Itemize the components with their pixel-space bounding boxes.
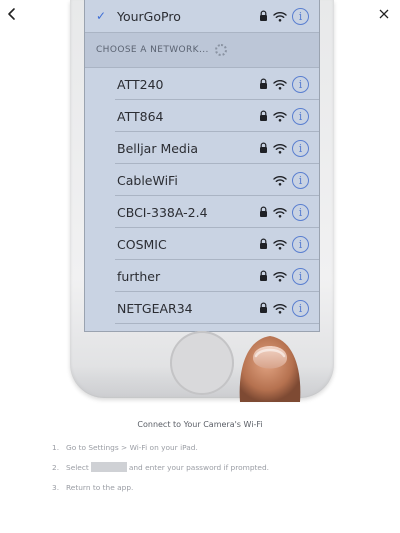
loading-spinner-icon: [214, 44, 227, 56]
wifi-icon: [273, 175, 287, 186]
checkmark-icon: ✓: [96, 9, 107, 23]
network-row[interactable]: CableWiFi i: [85, 164, 319, 196]
close-button[interactable]: [372, 2, 396, 26]
lock-icon: [260, 78, 267, 89]
wifi-icon: [273, 303, 287, 314]
lock-icon: [260, 302, 267, 313]
network-row[interactable]: ATT240 i: [85, 68, 319, 100]
network-name: ATT864: [117, 108, 164, 124]
instructions-title: Connect to Your Camera's Wi-Fi: [137, 420, 263, 429]
network-row[interactable]: ATT864 i: [85, 100, 319, 132]
network-row[interactable]: CBCI-338A-2.4 i: [85, 196, 319, 228]
connected-network-row[interactable]: ✓ YourGoPro i: [85, 0, 319, 32]
wifi-icon: [273, 239, 287, 250]
info-icon[interactable]: i: [292, 139, 309, 157]
step-2: 2. Select and enter your password if pro…: [52, 462, 270, 472]
info-icon[interactable]: i: [292, 107, 309, 125]
step-text-pre: Select: [66, 462, 89, 472]
section-header-label: CHOOSE A NETWORK...: [96, 45, 209, 55]
network-row[interactable]: Belljar Media i: [85, 132, 319, 164]
network-row[interactable]: COSMIC i: [85, 228, 319, 260]
wifi-icon: [273, 11, 287, 22]
wifi-settings-screen: ✓ YourGoPro i CHOOSE A NETWORK... ATT240…: [84, 0, 320, 332]
step-text-post: and enter your password if prompted.: [128, 462, 270, 472]
lock-icon: [260, 270, 267, 281]
lock-icon: [260, 110, 267, 121]
info-icon[interactable]: i: [292, 203, 309, 221]
phone-illustration: ✓ YourGoPro i CHOOSE A NETWORK... ATT240…: [70, 0, 334, 402]
chevron-left-icon: [8, 8, 15, 20]
lock-icon: [260, 238, 267, 249]
info-icon[interactable]: i: [292, 7, 309, 25]
info-icon[interactable]: i: [292, 75, 309, 93]
lock-icon: [260, 10, 267, 21]
wifi-icon: [273, 207, 287, 218]
network-row[interactable]: further i: [85, 260, 319, 292]
wifi-icon: [273, 79, 287, 90]
step-text: Go to Settings > Wi-Fi on your iPad.: [66, 442, 198, 452]
network-name: COSMIC: [117, 236, 167, 252]
network-name: Belljar Media: [117, 140, 198, 156]
choose-network-header: CHOOSE A NETWORK...: [85, 32, 319, 68]
wifi-icon: [273, 143, 287, 154]
lock-icon: [260, 142, 267, 153]
network-name-placeholder: [90, 462, 127, 472]
back-button[interactable]: [0, 2, 24, 26]
wifi-icon: [273, 271, 287, 282]
network-name: CBCI-338A-2.4: [117, 204, 208, 220]
close-icon: [379, 9, 389, 19]
info-icon[interactable]: i: [292, 171, 309, 189]
info-icon[interactable]: i: [292, 299, 309, 317]
info-icon[interactable]: i: [292, 267, 309, 285]
network-row[interactable]: NETGEAR34 i: [85, 292, 319, 324]
network-list: ATT240 i ATT864 i Belljar Media i CableWiFi i CB…: [85, 68, 319, 324]
network-name: ATT240: [117, 76, 164, 92]
lock-icon: [260, 206, 267, 217]
finger-illustration: [239, 336, 301, 402]
step-3: 3. Return to the app.: [52, 482, 134, 492]
network-name: NETGEAR34: [117, 300, 193, 316]
network-name: CableWiFi: [117, 172, 178, 188]
step-text: Return to the app.: [66, 482, 134, 492]
network-name: further: [117, 268, 161, 284]
step-1: 1. Go to Settings > Wi-Fi on your iPad.: [52, 442, 198, 452]
info-icon[interactable]: i: [292, 235, 309, 253]
instruction-steps: 1. Go to Settings > Wi-Fi on your iPad. …: [52, 437, 372, 497]
network-name: YourGoPro: [117, 8, 181, 24]
wifi-icon: [273, 111, 287, 122]
home-button: [170, 331, 234, 395]
